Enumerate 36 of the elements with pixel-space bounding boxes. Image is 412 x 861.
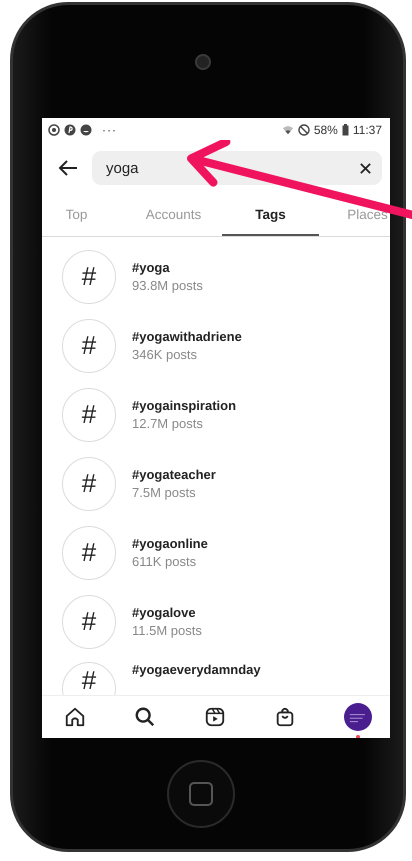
post-count: 12.7M posts (132, 416, 204, 431)
hashtag-avatar: # (62, 594, 116, 648)
search-icon[interactable] (134, 706, 156, 728)
notification-icon (48, 124, 60, 136)
pin-icon (64, 124, 76, 136)
hashtag-avatar: # (62, 526, 116, 580)
hashtag-avatar: # (62, 318, 116, 372)
face-icon (80, 124, 92, 136)
hashtag-name[interactable]: #yogawithadriene (132, 329, 242, 344)
hashtag-name[interactable]: #yogateacher (132, 467, 216, 482)
hashtag-name[interactable]: #yogainspiration (132, 398, 236, 413)
hashtag-avatar: # (62, 456, 116, 510)
camera-icon (195, 54, 211, 70)
hashtag-name[interactable]: #yoga (132, 260, 203, 275)
post-count: 7.5M posts (132, 485, 197, 500)
hashtag-avatar: # (62, 250, 116, 304)
post-count: 611K posts (132, 554, 198, 569)
tab[interactable]: Tags (222, 194, 319, 236)
shopping-bag-icon[interactable] (274, 706, 296, 728)
hashtag-name[interactable]: #yogaonline (132, 536, 208, 551)
hashtag-avatar: # (62, 388, 116, 442)
battery-percent: 58% (314, 123, 338, 137)
post-count: 93.8M posts (132, 278, 203, 293)
more-notifications: ··· (102, 123, 117, 137)
do-not-disturb-icon (298, 124, 310, 136)
clock: 11:37 (352, 123, 382, 137)
post-count: 346K posts (132, 347, 198, 362)
home-icon[interactable] (64, 706, 86, 728)
hashtag-name[interactable]: #yogaeverydamnday (132, 662, 261, 677)
close-icon[interactable] (359, 162, 372, 174)
hashtag-name[interactable]: #yogalove (132, 605, 202, 620)
post-count: 11.5M posts (132, 623, 202, 638)
profile-avatar[interactable] (344, 703, 372, 731)
wifi-icon (282, 124, 294, 136)
battery-icon (342, 124, 349, 136)
video-icon[interactable] (204, 706, 226, 728)
